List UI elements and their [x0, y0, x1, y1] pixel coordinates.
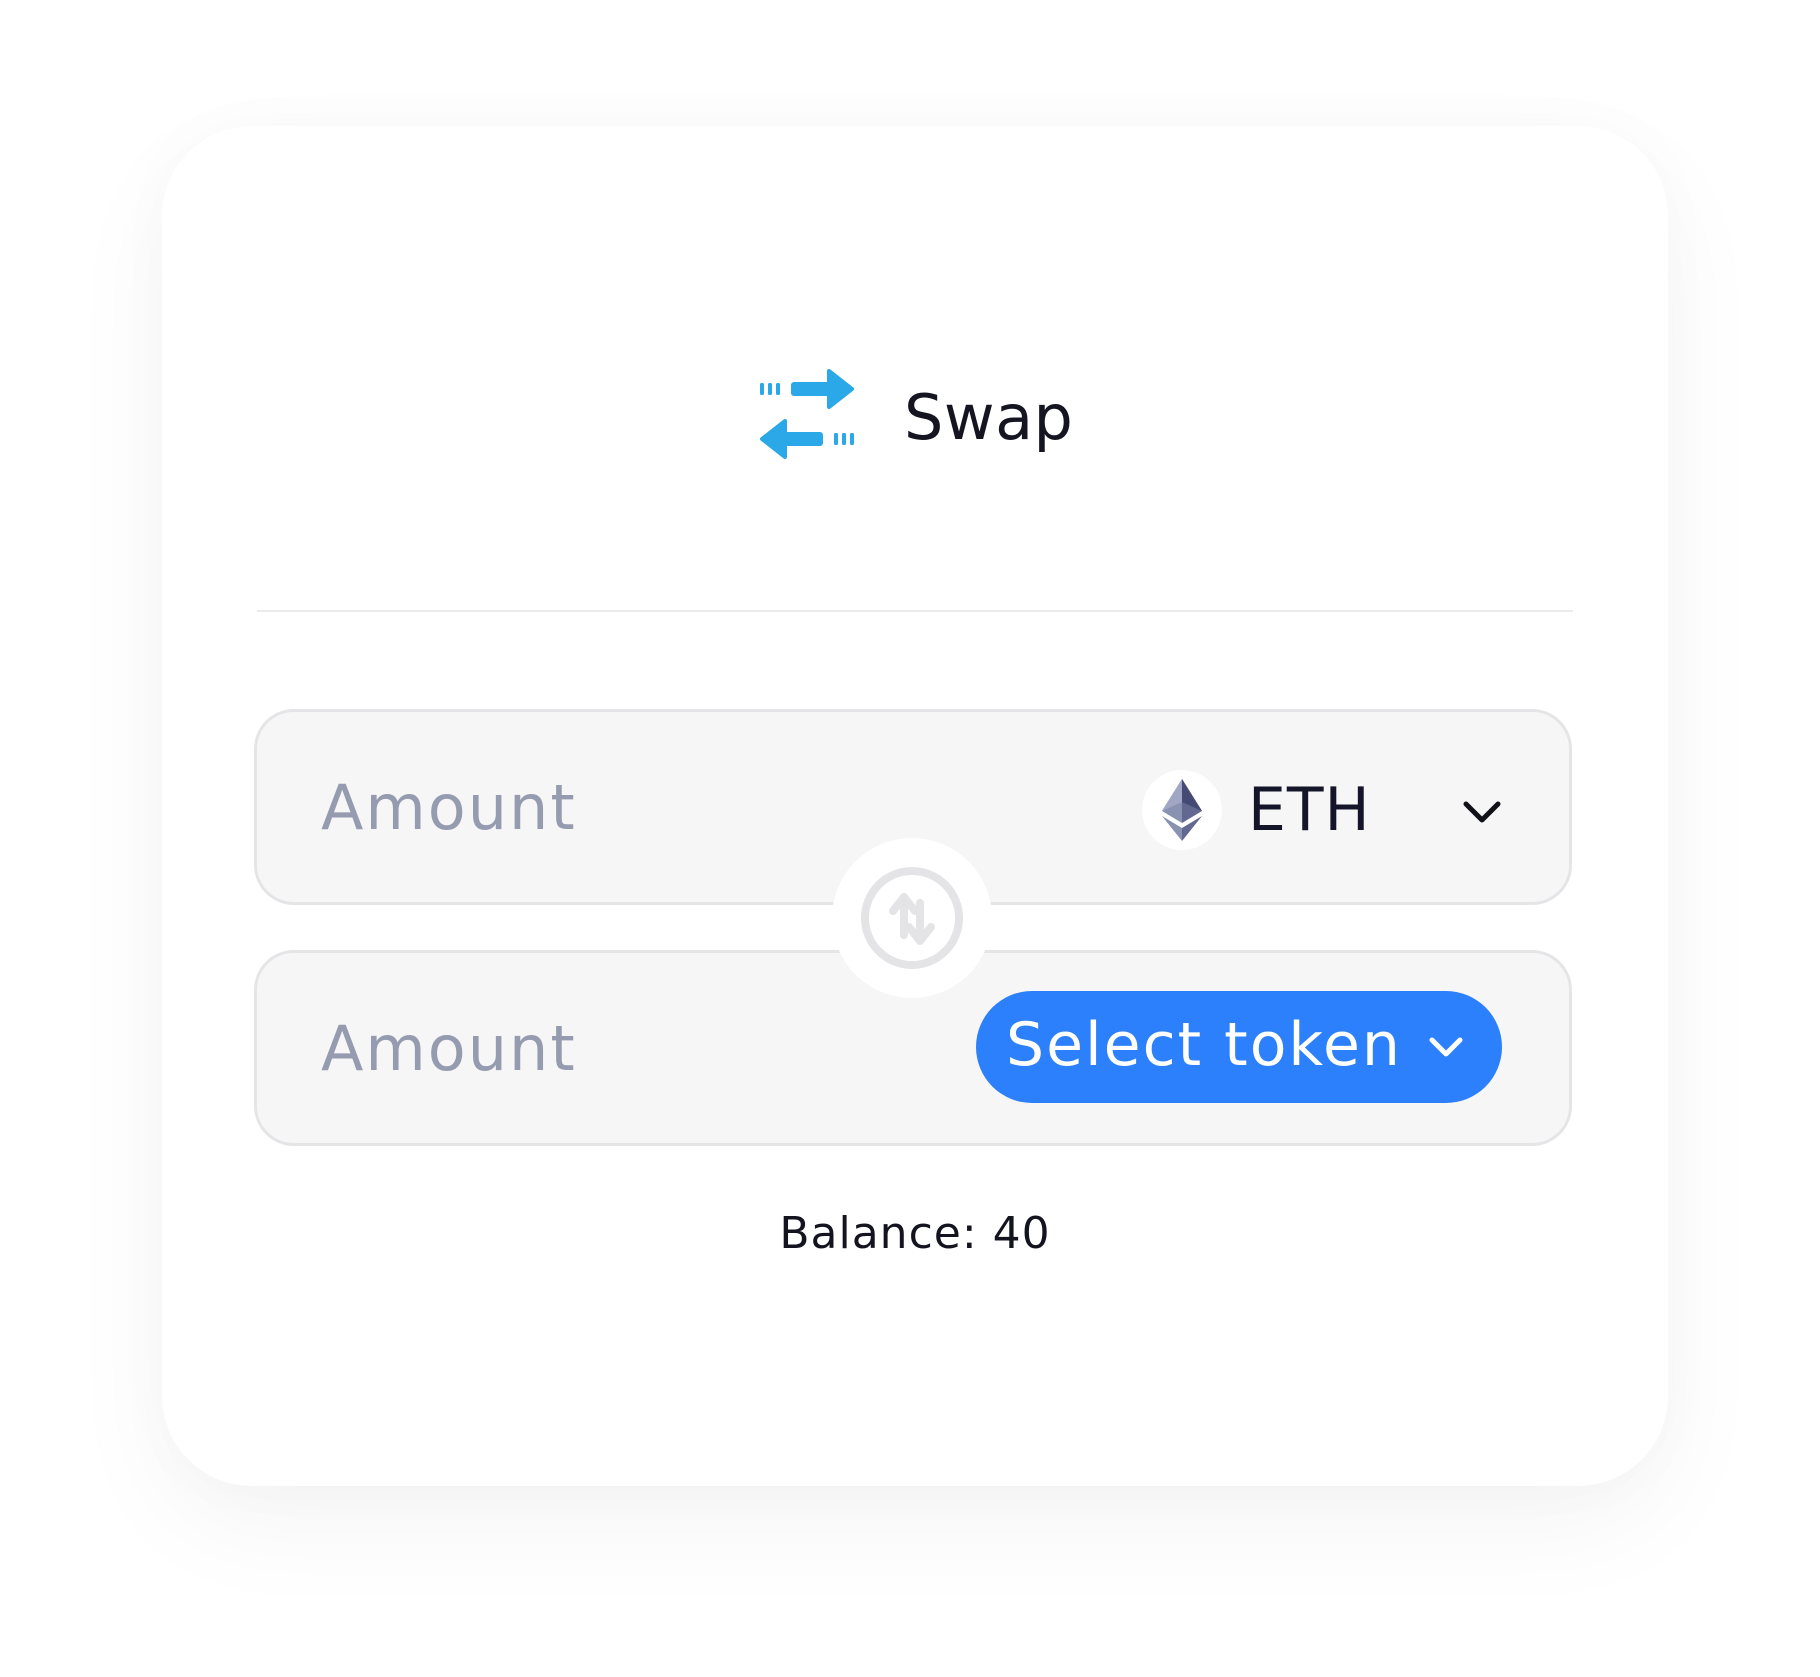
header-divider [257, 610, 1573, 612]
swap-arrows-icon [760, 369, 854, 459]
select-token-label: Select token [1006, 1010, 1402, 1080]
from-token-symbol: ETH [1248, 775, 1371, 845]
chevron-down-icon [1463, 801, 1501, 823]
switch-direction-icon [861, 867, 963, 969]
ethereum-icon [1142, 770, 1222, 850]
swap-card: Swap ETH [162, 126, 1668, 1486]
swap-header: Swap [162, 126, 1668, 616]
ethereum-logo-glyph [1162, 779, 1202, 841]
chevron-down-icon [1429, 1037, 1463, 1057]
balance-text: Balance: 40 [779, 1208, 1051, 1259]
page-title: Swap [904, 381, 1074, 454]
to-amount-input[interactable] [321, 1008, 841, 1088]
from-token-selector[interactable]: ETH [1142, 768, 1522, 852]
switch-direction-button[interactable] [832, 838, 992, 998]
from-amount-input[interactable] [321, 767, 841, 847]
select-token-button[interactable]: Select token [976, 991, 1502, 1103]
page: Swap ETH [0, 0, 1820, 1677]
